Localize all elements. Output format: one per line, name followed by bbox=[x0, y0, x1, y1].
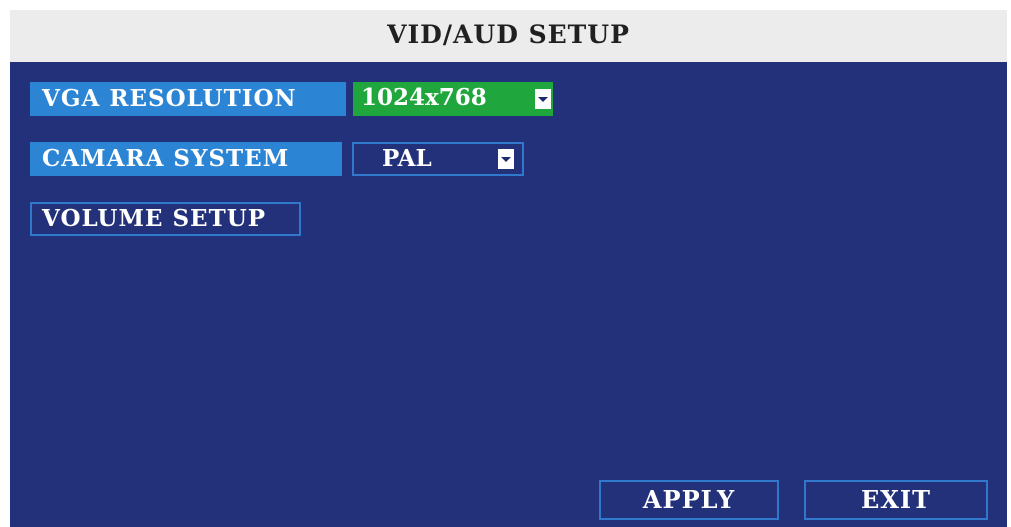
vga-resolution-select[interactable]: 1024x768 bbox=[353, 82, 553, 116]
vga-resolution-value: 1024x768 bbox=[361, 84, 487, 111]
vga-resolution-label: VGA RESOLUTION bbox=[30, 82, 346, 116]
window-title: VID/AUD SETUP bbox=[10, 10, 1007, 60]
camara-system-select[interactable]: PAL bbox=[352, 142, 524, 176]
chevron-down-icon[interactable] bbox=[535, 89, 551, 109]
settings-panel: VGA RESOLUTION 1024x768 CAMARA SYSTEM PA… bbox=[10, 62, 1007, 527]
exit-button[interactable]: EXIT bbox=[804, 480, 988, 520]
camara-system-value: PAL bbox=[382, 145, 432, 172]
chevron-down-icon[interactable] bbox=[498, 149, 514, 169]
apply-button[interactable]: APPLY bbox=[599, 480, 779, 520]
camara-system-label: CAMARA SYSTEM bbox=[30, 142, 342, 176]
volume-setup-button[interactable]: VOLUME SETUP bbox=[30, 202, 301, 236]
vid-aud-setup-window: VID/AUD SETUP VGA RESOLUTION 1024x768 CA… bbox=[10, 10, 1007, 527]
